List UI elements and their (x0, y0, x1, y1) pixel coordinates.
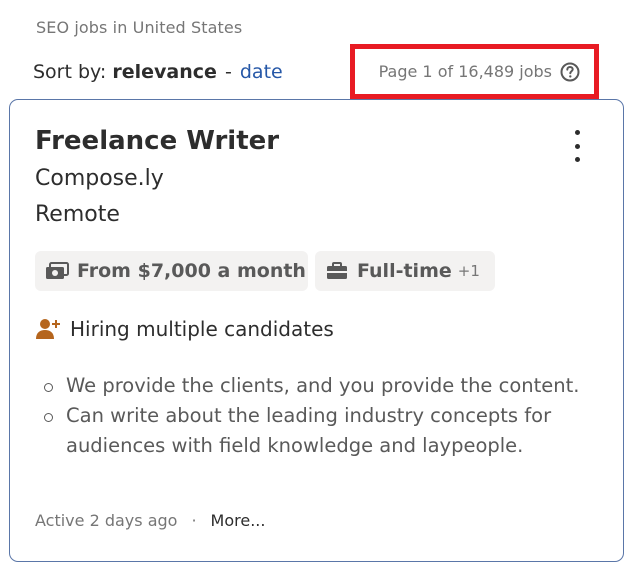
sort-label: Sort by: (33, 61, 107, 83)
page-count-highlight: Page 1 of 16,489 jobs (350, 44, 599, 99)
salary-text: From $7,000 a month (77, 260, 306, 282)
question-circle-icon[interactable] (560, 62, 580, 82)
job-snippet: We provide the clients, and you provide … (40, 371, 580, 461)
job-location: Remote (35, 202, 120, 227)
sort-options: Sort by: relevance - date (33, 61, 283, 83)
hiring-text: Hiring multiple candidates (70, 317, 334, 341)
briefcase-icon (325, 261, 349, 281)
footer-separator: · (191, 511, 197, 530)
job-title[interactable]: Freelance Writer (35, 126, 279, 156)
sort-relevance: relevance (112, 61, 217, 83)
job-type-extra: +1 (457, 262, 480, 280)
hiring-note: Hiring multiple candidates (35, 317, 334, 341)
job-type-tag: Full-time +1 (315, 251, 495, 291)
kebab-menu-icon[interactable] (565, 130, 589, 162)
list-item: Can write about the leading industry con… (40, 401, 580, 461)
person-add-icon (35, 317, 61, 341)
search-summary: SEO jobs in United States (36, 18, 243, 37)
job-card[interactable]: Freelance Writer Compose.ly Remote From … (9, 99, 624, 562)
company-name: Compose.ly (35, 166, 164, 191)
more-link[interactable]: More... (211, 511, 266, 530)
page-count: Page 1 of 16,489 jobs (378, 62, 552, 81)
list-item: We provide the clients, and you provide … (40, 371, 580, 401)
money-bill-icon (45, 261, 69, 281)
active-date: Active 2 days ago (35, 511, 178, 530)
salary-tag: From $7,000 a month (35, 251, 308, 291)
snippet-text: We provide the clients, and you provide … (66, 374, 580, 397)
sort-separator: - (224, 61, 232, 83)
sort-date-link[interactable]: date (240, 61, 283, 83)
card-footer: Active 2 days ago · More... (35, 511, 265, 530)
snippet-text: Can write about the leading industry con… (66, 404, 552, 457)
job-search-results: SEO jobs in United States Sort by: relev… (0, 0, 632, 570)
job-type-text: Full-time (357, 260, 452, 282)
